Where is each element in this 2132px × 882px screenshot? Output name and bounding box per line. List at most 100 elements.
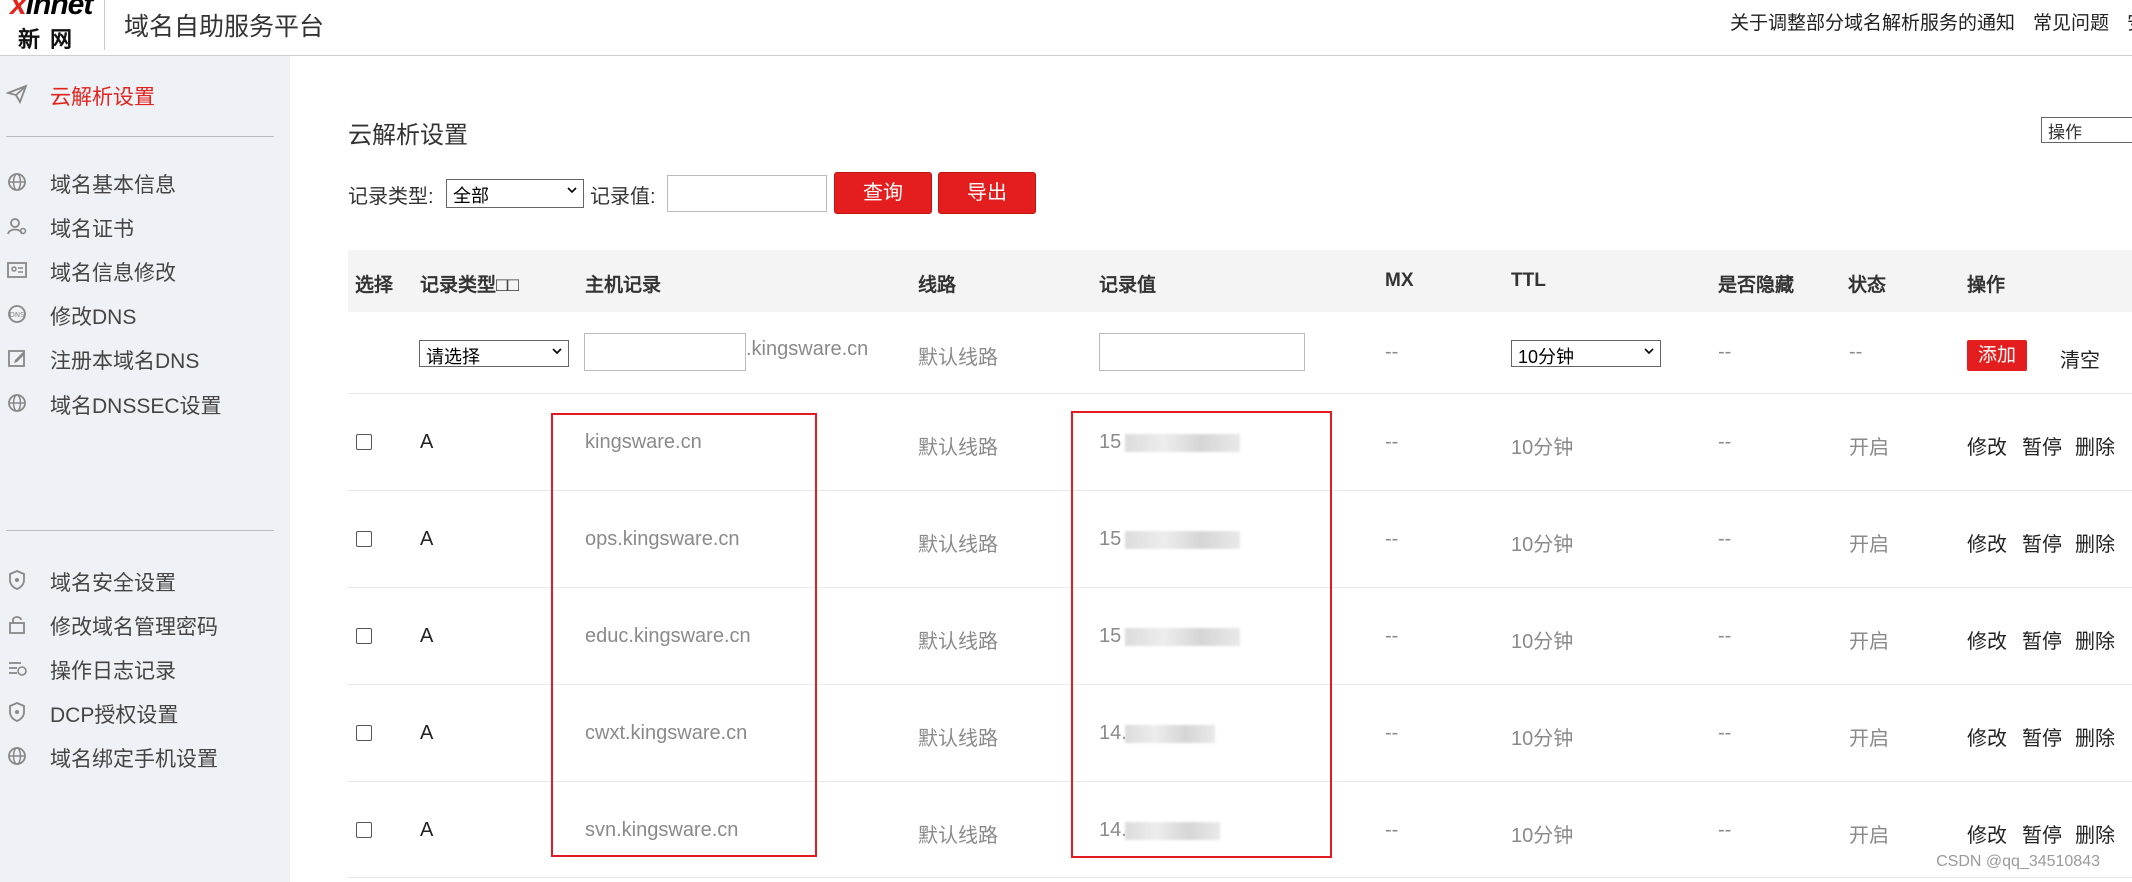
row-type: A [420,528,434,550]
log-list-icon [9,662,27,676]
pause-link[interactable]: 暂停 [2022,431,2062,460]
edit-icon [8,350,25,367]
chevron-down-icon [567,187,577,194]
row-ttl: 10分钟 [1511,728,1574,750]
sidebar-item-label: 云解析设置 [50,86,155,109]
sidebar-item-modify-dns[interactable]: DNS 修改DNS [0,294,290,334]
row-checkbox[interactable] [356,434,372,450]
row-checkbox[interactable] [356,725,372,741]
row-type: A [420,819,434,841]
add-record-button[interactable]: 添加 [1967,340,2027,371]
row-status: 开启 [1849,728,1889,750]
new-ttl-select[interactable]: 10分钟 [1511,340,1661,367]
delete-link[interactable]: 删除 [2075,528,2115,557]
delete-link[interactable]: 删除 [2075,819,2115,848]
new-line-value: 默认线路 [918,347,998,369]
operation-select[interactable]: 操作 [2041,117,2132,143]
row-ttl: 10分钟 [1511,825,1574,847]
row-hidden: -- [1718,528,1732,550]
sidebar-item-label: 域名信息修改 [50,262,176,285]
sidebar: 云解析设置 域名基本信息 域名证书 域名信息修改 DNS 修改DNS 注册本域名… [0,56,290,882]
col-line: 线路 [918,275,957,296]
pause-link[interactable]: 暂停 [2022,819,2062,848]
edit-link[interactable]: 修改 [1967,528,2007,557]
pause-link[interactable]: 暂停 [2022,722,2062,751]
row-separator [348,877,2132,878]
record-type-select[interactable]: 全部 [446,179,584,208]
sidebar-item-security[interactable]: 域名安全设置 [0,560,290,600]
page-title: 云解析设置 [348,122,468,149]
shield-icon [9,702,25,722]
new-mx-value: -- [1385,341,1399,363]
pause-link[interactable]: 暂停 [2022,528,2062,557]
edit-link[interactable]: 修改 [1967,819,2007,848]
delete-link[interactable]: 删除 [2075,722,2115,751]
row-checkbox[interactable] [356,531,372,547]
edit-link[interactable]: 修改 [1967,722,2007,751]
top-links: 关于调整部分域名解析服务的通知常见问题安 [1712,8,2132,35]
row-status: 开启 [1849,437,1889,459]
col-record-type: 记录类型□□ [420,275,519,296]
paper-plane-icon [6,84,28,105]
globe-icon [8,394,26,412]
row-checkbox[interactable] [356,822,372,838]
pause-link[interactable]: 暂停 [2022,625,2062,654]
new-status-value: -- [1849,341,1863,363]
sidebar-item-label: DCP授权设置 [50,704,179,727]
col-host: 主机记录 [585,275,662,296]
sidebar-item-dcp[interactable]: DCP授权设置 [0,692,290,732]
csdn-watermark: CSDN @qq_34510843 [1936,853,2100,870]
row-status: 开启 [1849,631,1889,653]
new-ttl-value: 10分钟 [1518,347,1575,367]
notice-link[interactable]: 关于调整部分域名解析服务的通知 [1730,13,2015,34]
row-type: A [420,722,434,744]
sidebar-item-label: 域名绑定手机设置 [50,748,218,771]
row-hidden: -- [1718,722,1732,744]
sidebar-item-op-log[interactable]: 操作日志记录 [0,648,290,688]
col-ttl: TTL [1511,270,1546,291]
query-button[interactable]: 查询 [834,172,932,214]
row-status: 开启 [1849,825,1889,847]
user-cert-icon [7,218,27,235]
row-ttl: 10分钟 [1511,631,1574,653]
sidebar-item-domain-edit[interactable]: 域名信息修改 [0,250,290,290]
sidebar-item-label: 域名安全设置 [50,572,176,595]
sidebar-divider [6,136,274,137]
clear-button[interactable]: 清空 [2060,344,2100,373]
faq-link[interactable]: 常见问题 [2033,13,2109,34]
globe-icon [8,173,26,191]
sidebar-item-cloud-dns[interactable]: 云解析设置 [0,74,290,114]
chevron-down-icon [552,348,562,355]
sidebar-item-dnssec[interactable]: 域名DNSSEC设置 [0,383,290,423]
new-record-value-input[interactable] [1099,333,1305,371]
truncated-link[interactable]: 安 [2127,13,2132,34]
sidebar-item-password[interactable]: 修改域名管理密码 [0,604,290,644]
edit-link[interactable]: 修改 [1967,431,2007,460]
dns-icon: DNS [8,305,26,323]
sidebar-item-domain-info[interactable]: 域名基本信息 [0,162,290,202]
globe-icon [8,747,26,765]
sidebar-item-domain-cert[interactable]: 域名证书 [0,206,290,246]
edit-link[interactable]: 修改 [1967,625,2007,654]
col-mx: MX [1385,270,1414,291]
operation-select-value: 操作 [2048,123,2082,142]
delete-link[interactable]: 删除 [2075,431,2115,460]
record-type-label: 记录类型: [348,186,434,208]
new-host-input[interactable] [584,333,746,371]
row-checkbox[interactable] [356,628,372,644]
record-value-label: 记录值: [590,186,656,208]
sidebar-item-bind-phone[interactable]: 域名绑定手机设置 [0,736,290,776]
sidebar-item-register-dns[interactable]: 注册本域名DNS [0,338,290,378]
record-value-input[interactable] [667,175,827,212]
host-highlight-box [551,413,817,857]
id-card-icon [7,262,27,278]
delete-link[interactable]: 删除 [2075,625,2115,654]
sidebar-item-label: 域名证书 [50,218,134,241]
sidebar-item-label: 修改DNS [50,306,137,329]
chevron-down-icon [1644,348,1654,355]
row-type: A [420,431,434,453]
new-record-type-select[interactable]: 请选择 [419,340,569,367]
export-button[interactable]: 导出 [938,172,1036,214]
lock-icon [9,616,25,634]
xinnet-logo[interactable]: xinnet 新网 [10,0,100,52]
